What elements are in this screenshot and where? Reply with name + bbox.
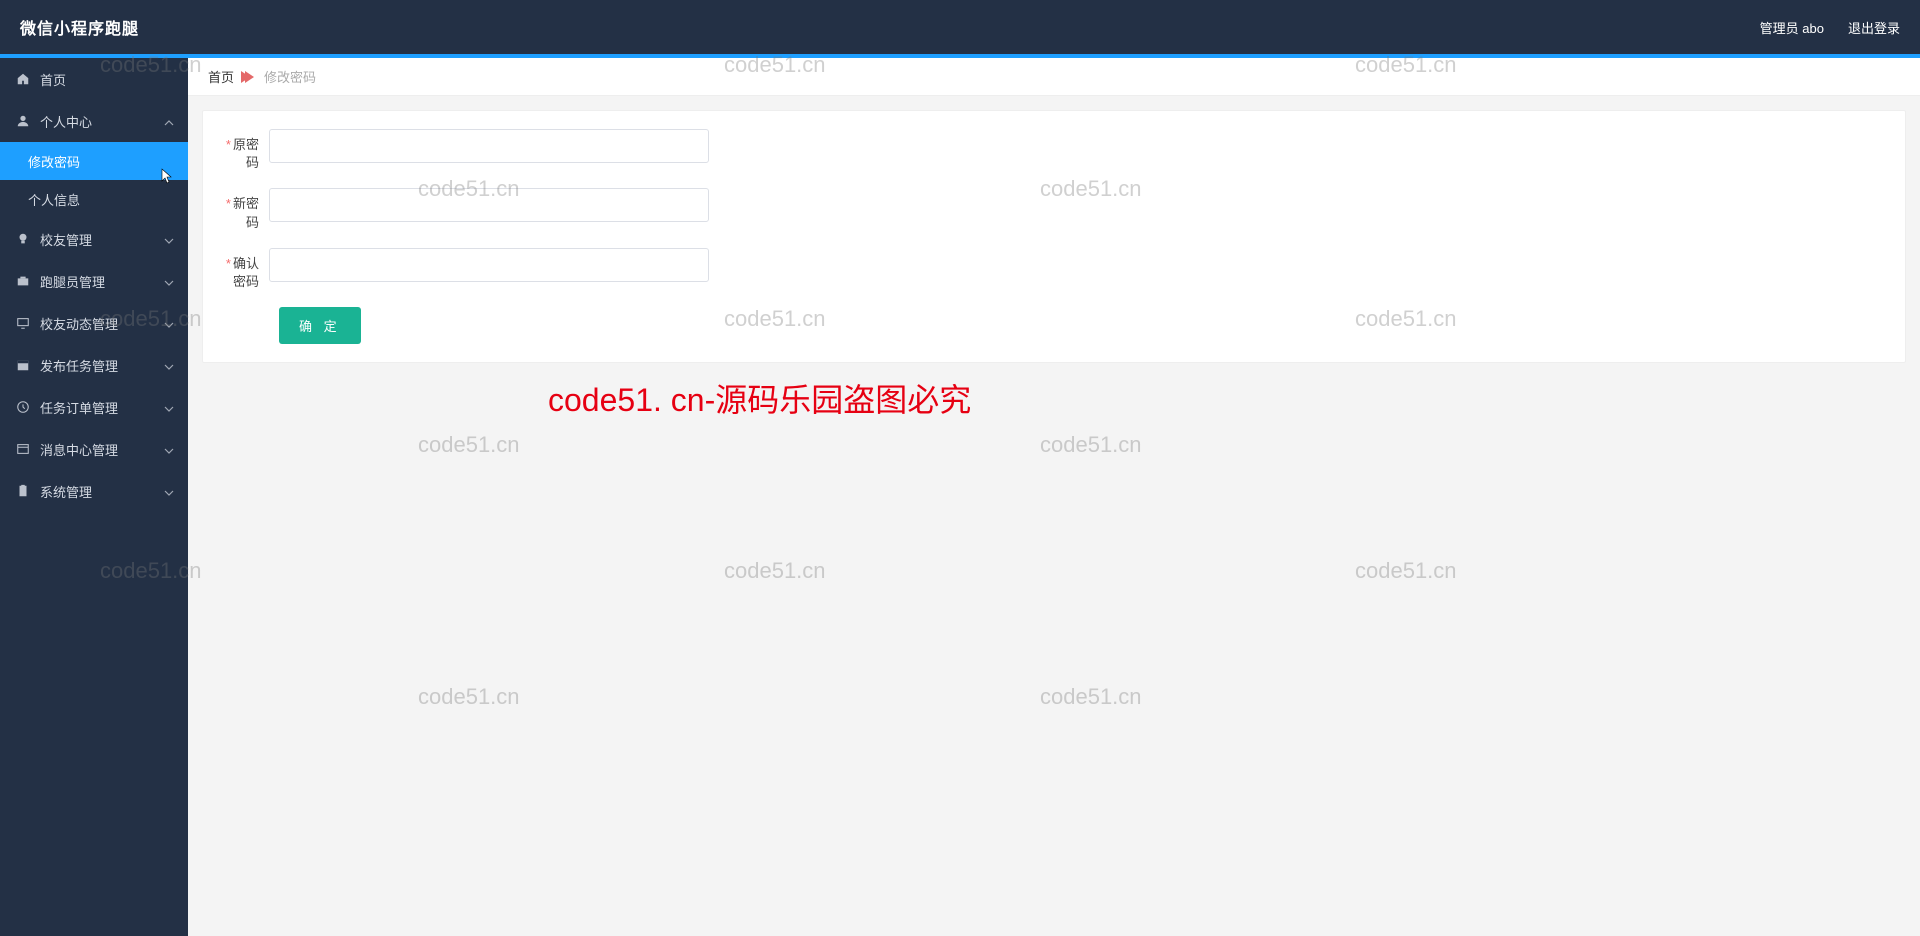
logout-link[interactable]: 退出登录 — [1848, 18, 1900, 37]
home-icon — [16, 72, 30, 86]
sidebar-item-alumni-mgmt[interactable]: 校友管理 — [0, 218, 188, 260]
sidebar-item-label: 修改密码 — [28, 152, 80, 171]
app-title: 微信小程序跑腿 — [20, 15, 139, 39]
sidebar-item-task-order-mgmt[interactable]: 任务订单管理 — [0, 386, 188, 428]
sidebar-item-label: 校友动态管理 — [40, 314, 118, 333]
admin-label[interactable]: 管理员 abo — [1760, 18, 1824, 37]
main-content: 首页 修改密码 *原密码 *新密码 *确认密码 — [188, 58, 1920, 936]
form-panel: *原密码 *新密码 *确认密码 确 定 — [202, 110, 1906, 363]
calendar-icon — [16, 358, 30, 372]
submit-button[interactable]: 确 定 — [279, 307, 361, 344]
chevron-down-icon — [164, 360, 174, 370]
sidebar-item-alumni-news-mgmt[interactable]: 校友动态管理 — [0, 302, 188, 344]
breadcrumb-separator-icon — [240, 70, 258, 84]
chevron-down-icon — [164, 402, 174, 412]
sidebar-item-label: 个人中心 — [40, 112, 92, 131]
new-password-label: *新密码 — [213, 188, 269, 231]
old-password-input[interactable] — [269, 129, 709, 163]
user-icon — [16, 114, 30, 128]
sidebar-item-home[interactable]: 首页 — [0, 58, 188, 100]
clock-icon — [16, 400, 30, 414]
old-password-label: *原密码 — [213, 129, 269, 172]
chevron-down-icon — [164, 318, 174, 328]
clipboard-icon — [16, 484, 30, 498]
chevron-down-icon — [164, 276, 174, 286]
briefcase-icon — [16, 274, 30, 288]
window-icon — [16, 442, 30, 456]
monitor-icon — [16, 316, 30, 330]
chevron-down-icon — [164, 486, 174, 496]
sidebar-subitem-personal-info[interactable]: 个人信息 — [0, 180, 188, 218]
confirm-password-label: *确认密码 — [213, 248, 269, 291]
sidebar: 首页 个人中心 修改密码 个人信息 校友管理 — [0, 58, 188, 936]
chevron-down-icon — [164, 234, 174, 244]
sidebar-item-sys-mgmt[interactable]: 系统管理 — [0, 470, 188, 512]
chevron-down-icon — [164, 444, 174, 454]
sidebar-item-label: 系统管理 — [40, 482, 92, 501]
breadcrumb-current: 修改密码 — [264, 67, 316, 86]
top-bar: 微信小程序跑腿 管理员 abo 退出登录 — [0, 0, 1920, 54]
sidebar-item-label: 消息中心管理 — [40, 440, 118, 459]
breadcrumb-home[interactable]: 首页 — [208, 67, 234, 86]
confirm-password-input[interactable] — [269, 248, 709, 282]
sidebar-item-label: 校友管理 — [40, 230, 92, 249]
lightbulb-icon — [16, 232, 30, 246]
breadcrumb: 首页 修改密码 — [188, 58, 1920, 96]
sidebar-item-runner-mgmt[interactable]: 跑腿员管理 — [0, 260, 188, 302]
sidebar-item-personal[interactable]: 个人中心 — [0, 100, 188, 142]
sidebar-item-label: 首页 — [40, 70, 66, 89]
sidebar-subitem-change-password[interactable]: 修改密码 — [0, 142, 188, 180]
new-password-input[interactable] — [269, 188, 709, 222]
sidebar-item-label: 跑腿员管理 — [40, 272, 105, 291]
chevron-up-icon — [164, 116, 174, 126]
sidebar-item-task-pub-mgmt[interactable]: 发布任务管理 — [0, 344, 188, 386]
sidebar-item-label: 任务订单管理 — [40, 398, 118, 417]
sidebar-item-label: 个人信息 — [28, 190, 80, 209]
sidebar-item-msg-center-mgmt[interactable]: 消息中心管理 — [0, 428, 188, 470]
sidebar-item-label: 发布任务管理 — [40, 356, 118, 375]
